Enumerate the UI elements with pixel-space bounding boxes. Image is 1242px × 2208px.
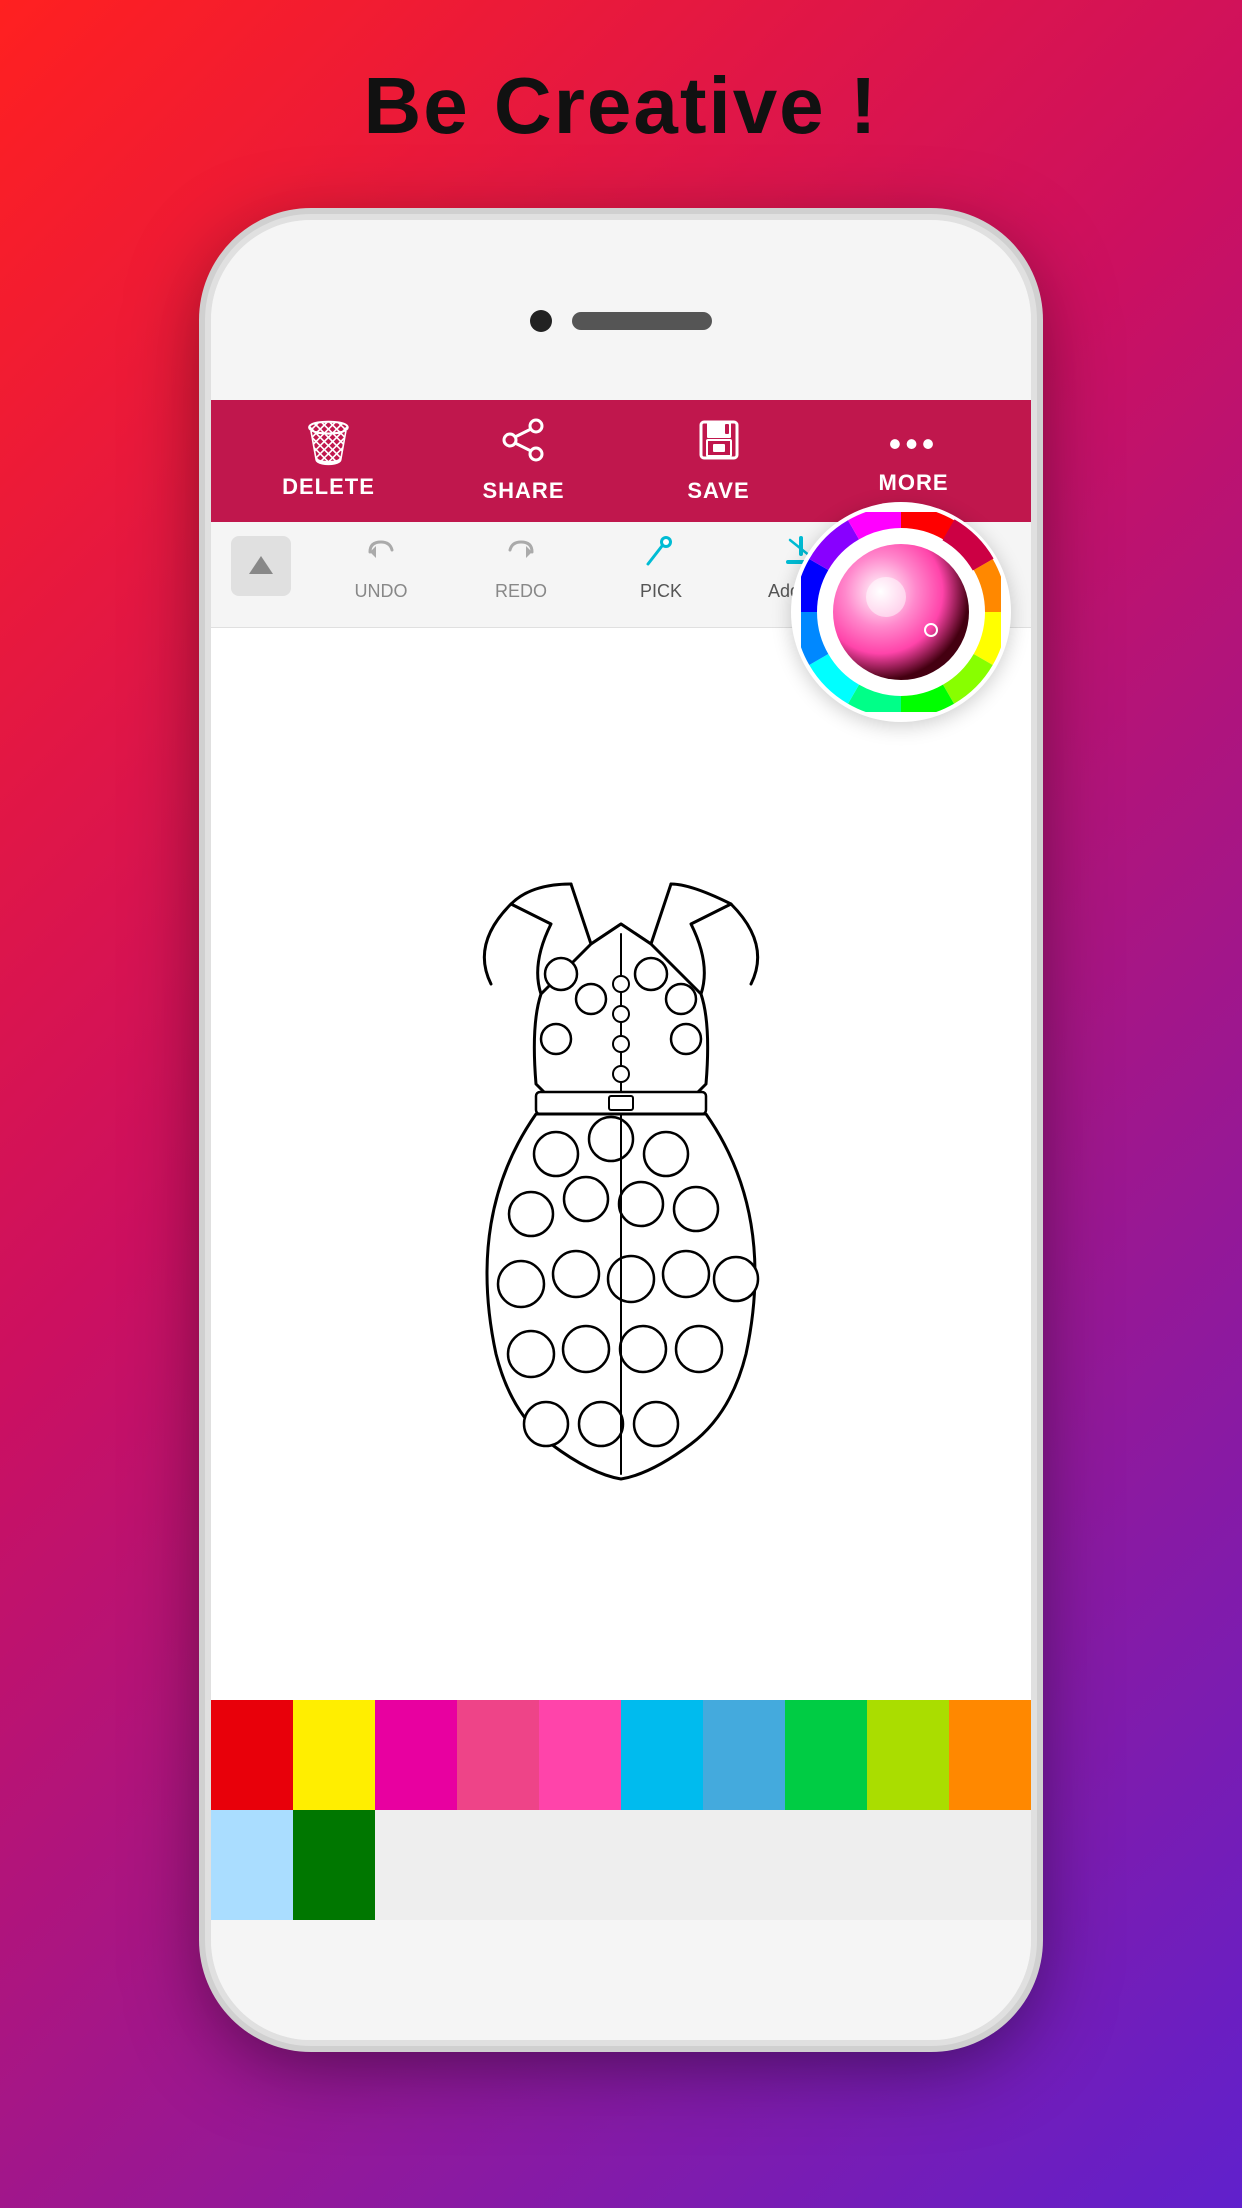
color-empty-3 — [375, 1810, 1031, 1920]
delete-label: DELETE — [282, 474, 375, 500]
color-red[interactable] — [211, 1700, 293, 1810]
undo-button[interactable]: UNDO — [311, 532, 451, 617]
delete-icon: 🗑 — [301, 422, 357, 466]
phone-speaker — [572, 312, 712, 330]
color-green[interactable] — [785, 1700, 867, 1810]
color-pink-dark[interactable] — [457, 1700, 539, 1810]
phone-front-camera — [530, 310, 552, 332]
more-icon: ••• — [889, 426, 939, 462]
phone-top-bezel — [211, 220, 1031, 400]
palette-row-1 — [211, 1700, 1031, 1810]
undo-icon — [362, 532, 400, 577]
phone-bottom-bezel — [211, 1920, 1031, 2040]
pick-button[interactable]: PICK — [591, 532, 731, 617]
app-title: Be Creative ! — [0, 0, 1242, 152]
more-button[interactable]: ••• MORE — [816, 426, 1011, 496]
drawing-area[interactable] — [211, 628, 1031, 1700]
pick-icon — [642, 532, 680, 577]
share-button[interactable]: SHARE — [426, 418, 621, 504]
sub-toolbar: UNDO REDO — [211, 522, 1031, 628]
color-sky-blue[interactable] — [703, 1700, 785, 1810]
phone-screen: 🗑 DELETE SHARE — [211, 400, 1031, 1920]
phone-speaker-area — [530, 310, 712, 332]
color-light-blue[interactable] — [211, 1810, 293, 1920]
pick-label: PICK — [640, 581, 682, 602]
delete-button[interactable]: 🗑 DELETE — [231, 422, 426, 500]
color-magenta[interactable] — [375, 1700, 457, 1810]
color-orange[interactable] — [949, 1700, 1031, 1810]
phone-frame: 🗑 DELETE SHARE — [211, 220, 1031, 2040]
redo-button[interactable]: REDO — [451, 532, 591, 617]
undo-label: UNDO — [355, 581, 408, 602]
redo-label: REDO — [495, 581, 547, 602]
more-label: MORE — [879, 470, 949, 496]
share-icon — [502, 418, 546, 470]
color-lime[interactable] — [867, 1700, 949, 1810]
color-pink[interactable] — [539, 1700, 621, 1810]
color-yellow[interactable] — [293, 1700, 375, 1810]
color-wheel[interactable] — [791, 502, 1011, 722]
redo-icon — [502, 532, 540, 577]
color-dark-green[interactable] — [293, 1810, 375, 1920]
color-palette — [211, 1700, 1031, 1920]
save-label: SAVE — [687, 478, 749, 504]
up-arrow-button[interactable] — [231, 536, 291, 596]
save-button[interactable]: SAVE — [621, 418, 816, 504]
save-icon — [697, 418, 741, 470]
dress-illustration — [391, 824, 851, 1504]
palette-row-2 — [211, 1810, 1031, 1920]
share-label: SHARE — [482, 478, 564, 504]
color-cyan[interactable] — [621, 1700, 703, 1810]
